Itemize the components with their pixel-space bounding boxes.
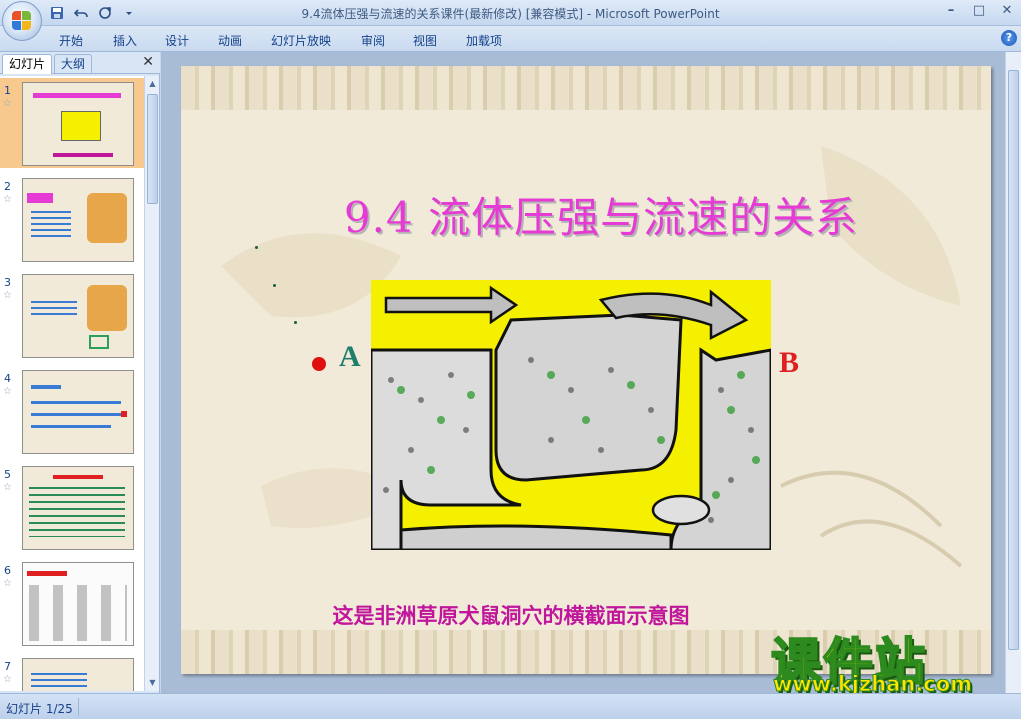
scroll-thumb[interactable] xyxy=(1008,70,1019,650)
slide-preview xyxy=(22,178,134,262)
thumbnail-slide-1[interactable]: 1 ☆ xyxy=(0,78,145,168)
slide-number: 1 xyxy=(4,84,11,97)
ribbon-tabs: 开始 插入 设计 动画 幻灯片放映 审阅 视图 加载项 ? xyxy=(0,26,1021,52)
thumbnail-slide-2[interactable]: 2 ☆ xyxy=(0,174,145,264)
slide-scrollbar[interactable] xyxy=(1005,52,1021,693)
burrow-cross-section-diagram[interactable] xyxy=(371,280,771,550)
help-icon[interactable]: ? xyxy=(1001,30,1017,46)
slide-preview xyxy=(22,82,134,166)
tab-slides[interactable]: 幻灯片 xyxy=(2,54,53,74)
office-button[interactable] xyxy=(2,1,42,41)
scroll-thumb[interactable] xyxy=(147,94,158,204)
current-slide[interactable]: 9.4 流体压强与流速的关系 A B 这是非洲草原犬鼠洞穴的横截面示意图 xyxy=(181,66,991,674)
slide-indicator: 幻灯片 1/25 xyxy=(6,702,73,716)
slide-number: 4 xyxy=(4,372,11,385)
close-pane-icon[interactable]: ✕ xyxy=(142,54,154,70)
label-b[interactable]: B xyxy=(779,346,799,380)
speck xyxy=(273,284,276,287)
tab-outline[interactable]: 大纲 xyxy=(54,54,93,74)
slide-title[interactable]: 9.4 流体压强与流速的关系 xyxy=(301,184,901,245)
window-controls: – □ ✕ xyxy=(937,0,1021,20)
slide-preview xyxy=(22,466,134,550)
office-logo-icon xyxy=(12,11,32,31)
title-bar: 9.4流体压强与流速的关系课件(最新修改) [兼容模式] - Microsoft… xyxy=(0,0,1021,26)
slide-number: 2 xyxy=(4,180,11,193)
tab-insert[interactable]: 插入 xyxy=(113,32,137,49)
transition-icon: ☆ xyxy=(3,386,12,397)
restore-icon[interactable]: □ xyxy=(965,0,993,20)
thumbnail-slide-4[interactable]: 4 ☆ xyxy=(0,366,145,456)
scroll-up-icon[interactable]: ▲ xyxy=(145,76,160,92)
slide-number: 7 xyxy=(4,660,11,673)
slide-number: 5 xyxy=(4,468,11,481)
tab-review[interactable]: 审阅 xyxy=(361,32,385,49)
watermark-logo: 课件站 www.kjzhan.com xyxy=(770,622,1019,700)
point-a-marker xyxy=(312,357,326,371)
tab-design[interactable]: 设计 xyxy=(165,32,189,49)
transition-icon: ☆ xyxy=(3,674,12,685)
transition-icon: ☆ xyxy=(3,194,12,205)
slide-preview xyxy=(22,658,134,691)
tab-home[interactable]: 开始 xyxy=(59,32,83,49)
transition-icon: ☆ xyxy=(3,98,12,109)
status-separator xyxy=(78,698,79,716)
slide-editor: 9.4 流体压强与流速的关系 A B 这是非洲草原犬鼠洞穴的横截面示意图 xyxy=(161,52,1021,693)
label-a[interactable]: A xyxy=(339,340,361,374)
slide-preview xyxy=(22,274,134,358)
close-icon[interactable]: ✕ xyxy=(993,0,1021,20)
slides-pane: 幻灯片 大纲 ✕ 1 ☆ 2 ☆ 3 ☆ 4 ☆ 5 ☆ 6 ☆ 7 ☆ ▲ ▼ xyxy=(0,52,160,693)
slide-number: 6 xyxy=(4,564,11,577)
speck xyxy=(255,246,258,249)
speck xyxy=(294,321,297,324)
minimize-icon[interactable]: – xyxy=(937,0,965,20)
slide-number: 3 xyxy=(4,276,11,289)
transition-icon: ☆ xyxy=(3,290,12,301)
transition-icon: ☆ xyxy=(3,482,12,493)
tab-addins[interactable]: 加载项 xyxy=(466,32,502,49)
scroll-down-icon[interactable]: ▼ xyxy=(145,675,160,691)
thumbnail-slide-7[interactable]: 7 ☆ xyxy=(0,654,145,691)
window-title: 9.4流体压强与流速的关系课件(最新修改) [兼容模式] - Microsoft… xyxy=(301,7,720,21)
tab-view[interactable]: 视图 xyxy=(413,32,437,49)
slide-caption[interactable]: 这是非洲草原犬鼠洞穴的横截面示意图 xyxy=(271,600,751,630)
thumbnail-list: 1 ☆ 2 ☆ 3 ☆ 4 ☆ 5 ☆ 6 ☆ 7 ☆ xyxy=(0,76,145,691)
thumbnail-slide-5[interactable]: 5 ☆ xyxy=(0,462,145,552)
slide-preview xyxy=(22,370,134,454)
transition-icon: ☆ xyxy=(3,578,12,589)
tab-slideshow[interactable]: 幻灯片放映 xyxy=(271,32,331,49)
status-bar: 幻灯片 1/25 xyxy=(0,693,1021,719)
tab-animations[interactable]: 动画 xyxy=(218,32,242,49)
thumbnail-slide-3[interactable]: 3 ☆ xyxy=(0,270,145,360)
slide-preview xyxy=(22,562,134,646)
thumbnail-slide-6[interactable]: 6 ☆ xyxy=(0,558,145,648)
thumbnail-scrollbar[interactable]: ▲ ▼ xyxy=(144,76,159,691)
pane-tabs: 幻灯片 大纲 ✕ xyxy=(0,52,160,74)
